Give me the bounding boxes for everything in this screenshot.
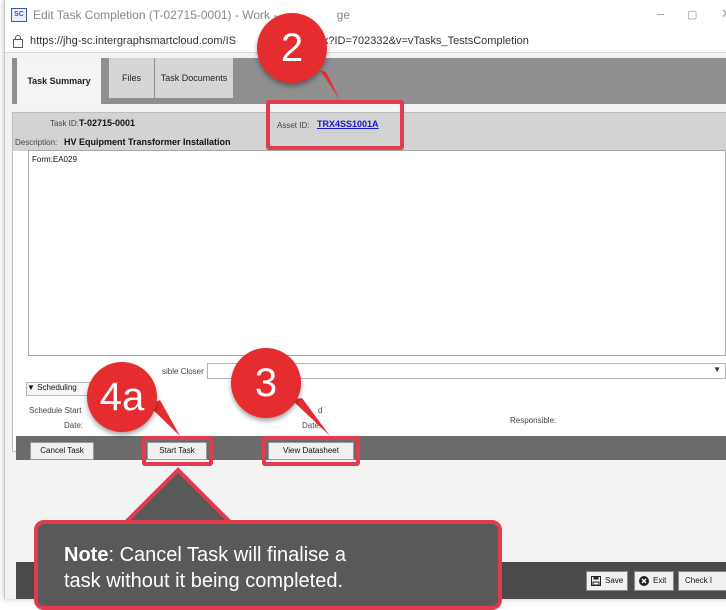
responsible-label: Responsible: xyxy=(510,416,557,425)
window-titlebar: SC Edit Task Completion (T-02715-0001) -… xyxy=(5,0,726,30)
responsible-closer-label: sible Closer xyxy=(162,367,204,376)
callout-2: 2 xyxy=(257,13,327,83)
callout-4a: 4a xyxy=(87,362,157,432)
description-value: HV Equipment Transformer Installation xyxy=(64,137,231,147)
tab-bar: Task Summary Files Task Documents xyxy=(12,58,726,104)
note-line-1: Note: Cancel Task will finalise a xyxy=(64,544,346,566)
maximize-button[interactable]: ▢ xyxy=(687,8,697,21)
address-bar[interactable]: https://jhg-sc.intergraphsmartcloud.com/… xyxy=(5,30,726,53)
save-button[interactable]: Save xyxy=(586,571,628,591)
cancel-task-button[interactable]: Cancel Task xyxy=(30,442,94,460)
task-id-value: T-02715-0001 xyxy=(79,118,136,128)
minimize-button[interactable]: – xyxy=(657,6,664,21)
schedule-end-date-label: Date: xyxy=(302,421,322,430)
check-in-button[interactable]: Check I xyxy=(678,571,726,591)
asset-id-highlight xyxy=(266,100,404,150)
start-task-highlight xyxy=(142,436,213,466)
exit-button[interactable]: Exit xyxy=(634,571,674,591)
close-circle-icon xyxy=(639,576,649,586)
tab-task-documents[interactable]: Task Documents xyxy=(155,58,233,98)
app-icon: SC xyxy=(11,8,27,22)
description-label: Description: xyxy=(15,138,58,147)
task-id-label: Task ID: xyxy=(50,119,79,128)
notes-text: Form:EA029 xyxy=(32,155,77,164)
task-action-bar xyxy=(16,436,726,460)
lock-icon xyxy=(13,34,23,48)
tab-files[interactable]: Files xyxy=(109,58,154,98)
note-line-2: task without it being completed. xyxy=(64,570,344,592)
schedule-start-label: Schedule Start xyxy=(29,406,82,415)
callout-3: 3 xyxy=(231,348,301,418)
schedule-start-date-label: Date: xyxy=(64,421,84,430)
schedule-end-label: d xyxy=(318,406,323,415)
view-datasheet-highlight xyxy=(262,436,360,466)
tab-task-summary[interactable]: Task Summary xyxy=(17,58,101,104)
close-button[interactable]: ✕ xyxy=(721,6,726,22)
chevron-down-icon: ▼ xyxy=(713,365,721,374)
note-box: Note: Cancel Task will finalise a task w… xyxy=(34,520,502,610)
task-notes-field[interactable]: Form:EA029 xyxy=(28,150,726,356)
save-icon xyxy=(591,576,601,586)
